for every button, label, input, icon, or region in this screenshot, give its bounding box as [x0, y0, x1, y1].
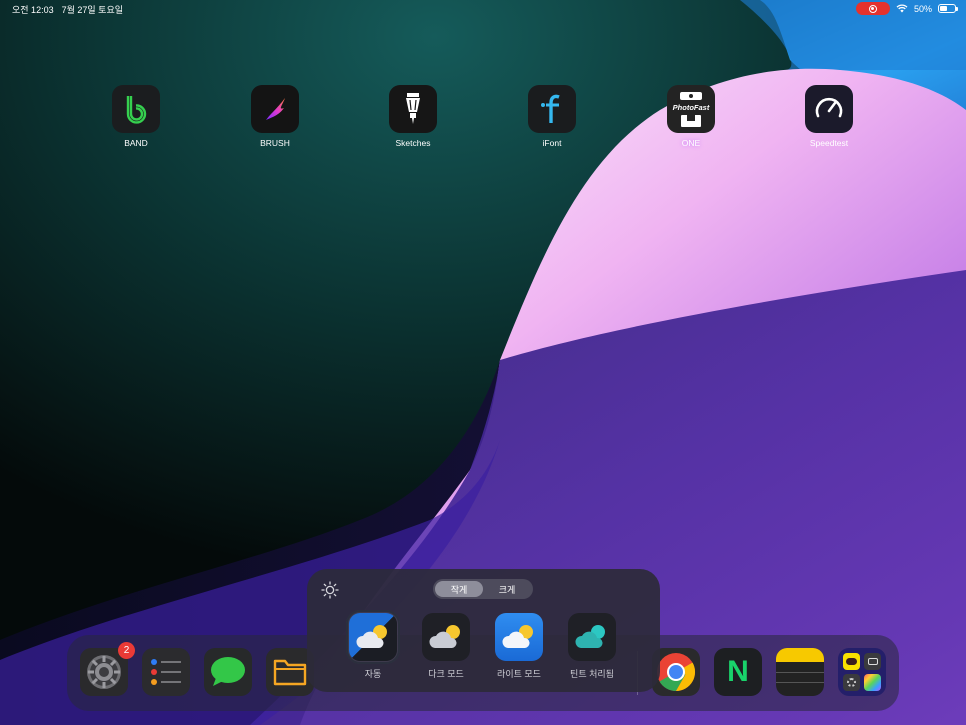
status-time: 오전 12:03	[12, 5, 54, 15]
record-icon	[868, 4, 877, 13]
photos-icon	[864, 674, 881, 691]
style-label: 다크 모드	[428, 669, 464, 679]
reminders-icon[interactable]	[142, 648, 190, 696]
style-label: 틴트 처리됨	[570, 669, 614, 679]
status-date: 7월 27일 토요일	[61, 5, 124, 15]
app-ifont[interactable]: iFont	[512, 85, 592, 148]
app-label: Speedtest	[809, 138, 849, 148]
weather-light-icon	[495, 613, 543, 661]
style-option-auto[interactable]: 자동	[337, 610, 409, 680]
screen-recording-indicator[interactable]	[855, 2, 890, 15]
speedtest-icon	[805, 85, 853, 133]
wifi-icon	[896, 4, 908, 13]
style-label: 라이트 모드	[497, 669, 541, 679]
app-label: BRUSH	[260, 138, 290, 148]
notification-badge: 2	[118, 642, 135, 659]
camera-icon	[864, 653, 881, 670]
kakaotalk-icon	[843, 653, 860, 670]
battery-percent: 50%	[913, 3, 932, 14]
sketches-icon	[389, 85, 437, 133]
widget-style-popup: 작게 크게 자동 다크 모드 라이트 모드 틴트 처리됨	[307, 569, 660, 692]
app-label: iFont	[542, 138, 562, 148]
brightness-button[interactable]	[319, 579, 341, 601]
messages-icon[interactable]	[204, 648, 252, 696]
size-option-small[interactable]: 작게	[435, 581, 483, 597]
style-option-dark[interactable]: 다크 모드	[410, 613, 482, 680]
ifont-icon	[528, 85, 576, 133]
naver-icon[interactable]: N	[714, 648, 762, 696]
sun-icon	[321, 581, 339, 599]
style-option-light[interactable]: 라이트 모드	[483, 613, 555, 680]
band-icon	[112, 85, 160, 133]
notes-icon[interactable]	[776, 648, 824, 696]
style-option-tinted[interactable]: 틴트 처리됨	[556, 613, 628, 680]
app-library-icon[interactable]	[838, 648, 886, 696]
app-speedtest[interactable]: Speedtest	[789, 85, 869, 148]
style-label: 자동	[364, 669, 382, 679]
weather-dark-icon	[422, 613, 470, 661]
app-label: ONE	[681, 138, 701, 148]
photofast-logo-text: PhotoFast	[672, 102, 710, 112]
app-label: BAND	[124, 138, 148, 148]
app-one[interactable]: PhotoFast ONE	[651, 85, 731, 148]
app-sketches[interactable]: Sketches	[373, 85, 453, 148]
photofast-one-icon: PhotoFast	[667, 85, 715, 133]
gear-icon	[843, 674, 860, 691]
status-bar-right: 50%	[855, 2, 958, 15]
app-label: Sketches	[395, 138, 431, 148]
weather-tinted-icon	[568, 613, 616, 661]
weather-auto-icon	[346, 610, 400, 664]
size-option-large[interactable]: 크게	[483, 581, 531, 597]
status-bar-left: 오전 12:03 7월 27일 토요일	[12, 3, 123, 16]
size-segmented-control: 작게 크게	[433, 579, 533, 599]
battery-icon	[938, 4, 958, 13]
brush-icon	[251, 85, 299, 133]
app-band[interactable]: BAND	[96, 85, 176, 148]
app-brush[interactable]: BRUSH	[235, 85, 315, 148]
naver-logo-text: N	[727, 655, 749, 688]
